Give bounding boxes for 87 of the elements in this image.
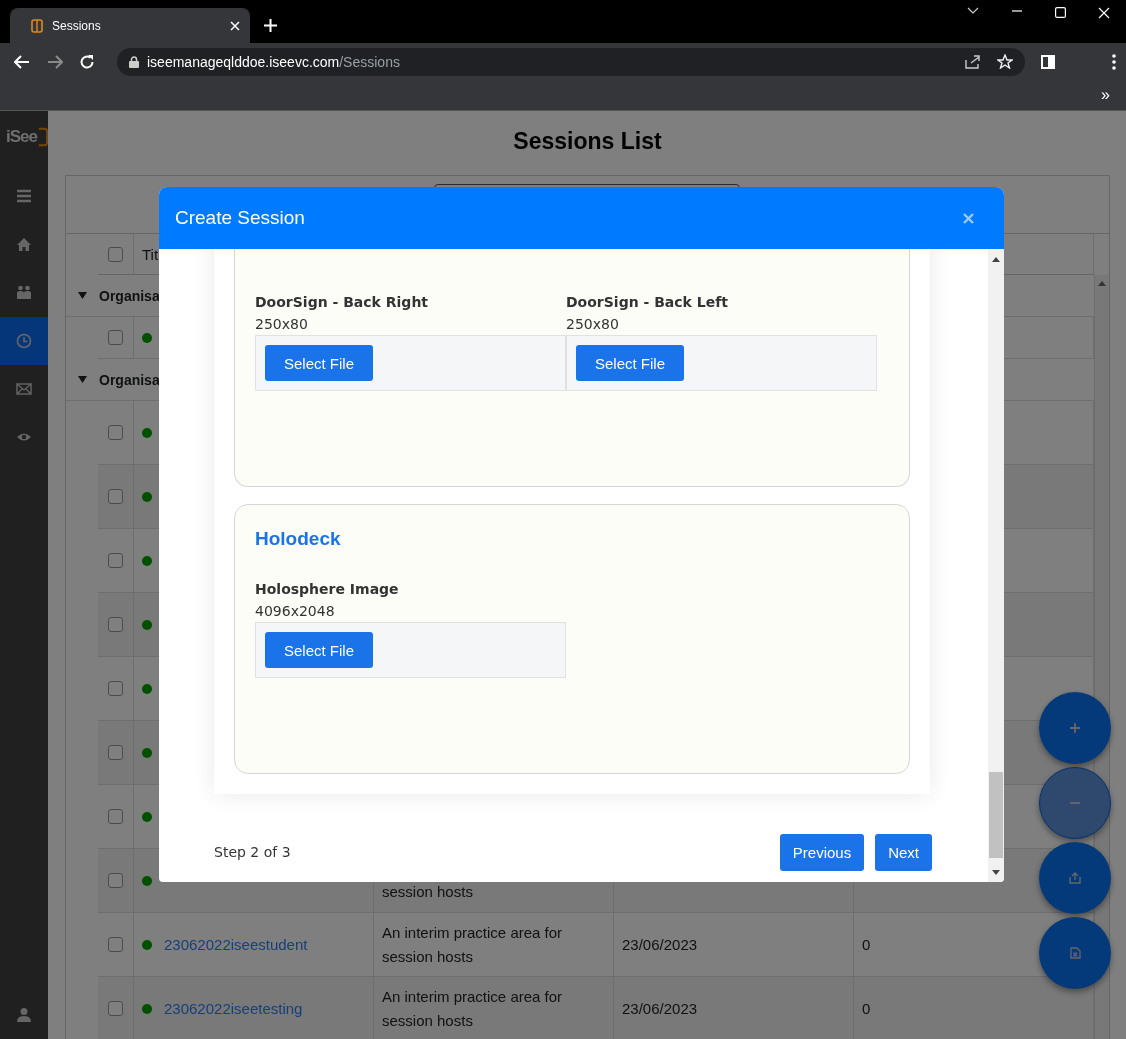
status-dot <box>142 332 152 343</box>
scroll-down-icon[interactable] <box>992 870 1000 875</box>
upload-icon <box>1069 872 1081 884</box>
more-icon[interactable] <box>1112 53 1116 70</box>
session-link[interactable]: 23062022iseestudent <box>164 936 308 953</box>
previous-button[interactable]: Previous <box>779 833 865 871</box>
share-icon[interactable] <box>965 54 981 69</box>
size-hint: 250x80 <box>255 315 309 334</box>
group-label: Organisa <box>99 287 160 304</box>
sidebar-item[interactable] <box>0 317 48 365</box>
count-text: 0 <box>862 1000 871 1017</box>
mail-icon <box>16 381 32 397</box>
checkbox[interactable] <box>108 617 123 632</box>
logo-icon <box>37 126 48 148</box>
scroll-thumb[interactable] <box>989 772 1003 858</box>
section-heading: Holodeck <box>255 527 342 551</box>
minimize-icon[interactable] <box>1011 7 1023 15</box>
tab-title: Sessions <box>52 18 102 33</box>
modal-title: Create Session <box>175 207 305 229</box>
back-icon[interactable] <box>14 54 30 69</box>
checkbox[interactable] <box>108 553 123 568</box>
description-text: An interim practice area for session hosts <box>382 922 564 967</box>
checkbox[interactable] <box>108 809 123 824</box>
scroll-up-icon[interactable] <box>992 257 1000 262</box>
column-header: Tit <box>142 245 159 263</box>
clock-icon <box>16 333 32 349</box>
field-label: DoorSign - Back Left <box>566 293 729 312</box>
date-text: 23/06/2023 <box>622 936 698 953</box>
bookmarks-overflow[interactable]: » <box>1101 86 1110 104</box>
checkbox[interactable] <box>108 937 123 952</box>
checkbox[interactable] <box>108 246 123 262</box>
status-dot <box>142 747 152 758</box>
description-text: session hosts <box>382 882 473 902</box>
status-dot <box>142 1003 152 1014</box>
home-icon <box>16 237 32 253</box>
field-label: DoorSign - Back Right <box>255 293 430 312</box>
status-dot <box>142 555 152 566</box>
select-file-button[interactable]: Select File <box>265 632 374 668</box>
step-indicator: Step 2 of 3 <box>214 844 291 860</box>
favicon-icon <box>30 18 44 33</box>
size-hint: 4096x2048 <box>255 602 336 621</box>
scrollbar[interactable] <box>988 249 1004 882</box>
status-dot <box>142 491 152 502</box>
page-title: Sessions List <box>512 127 663 155</box>
new-tab-icon[interactable] <box>264 19 277 32</box>
plus-icon <box>1069 722 1081 734</box>
lock-icon <box>129 55 139 68</box>
status-dot <box>142 427 152 438</box>
checkbox[interactable] <box>108 425 123 440</box>
chevron-down-icon[interactable] <box>967 7 979 15</box>
user-icon <box>16 1007 32 1023</box>
star-icon[interactable] <box>997 54 1013 69</box>
reload-icon[interactable] <box>79 53 95 70</box>
size-hint: 250x80 <box>566 315 620 334</box>
checkbox[interactable] <box>108 1001 123 1016</box>
checkbox[interactable] <box>108 745 123 760</box>
description-text: An interim practice area for session hosts <box>382 986 564 1031</box>
checkbox[interactable] <box>108 489 123 504</box>
session-link[interactable]: 23062022iseetesting <box>164 1000 303 1017</box>
count-text: 0 <box>862 936 871 953</box>
status-dot <box>142 683 152 694</box>
url-path: /Sessions <box>339 53 400 70</box>
forward-icon[interactable] <box>47 54 63 69</box>
url-host: iseemanageqlddoe.iseevc.com <box>147 53 340 70</box>
group-label: Organisa <box>99 371 160 388</box>
address-bar[interactable]: iseemanageqlddoe.iseevc.com/Sessions <box>117 47 1025 76</box>
logo-text: iSee <box>6 127 37 147</box>
status-dot <box>142 939 152 950</box>
field-label: Holosphere Image <box>255 580 400 599</box>
menu-icon <box>16 189 32 205</box>
status-dot <box>142 619 152 630</box>
browser-tab[interactable]: Sessions <box>10 8 250 43</box>
caret-icon[interactable] <box>78 376 87 383</box>
select-file-button[interactable]: Select File <box>265 345 374 381</box>
next-button[interactable]: Next <box>875 833 932 871</box>
checkbox[interactable] <box>108 330 123 345</box>
spreadsheet-icon <box>1069 947 1081 959</box>
side-panel-icon[interactable] <box>1041 54 1055 69</box>
caret-icon[interactable] <box>78 292 87 299</box>
maximize-icon[interactable] <box>1055 7 1066 18</box>
select-file-button[interactable]: Select File <box>576 345 685 381</box>
date-text: 23/06/2023 <box>622 1000 698 1017</box>
checkbox[interactable] <box>108 681 123 696</box>
status-dot <box>142 811 152 822</box>
checkbox[interactable] <box>108 873 123 888</box>
people-icon <box>16 285 32 301</box>
status-dot <box>142 875 152 886</box>
